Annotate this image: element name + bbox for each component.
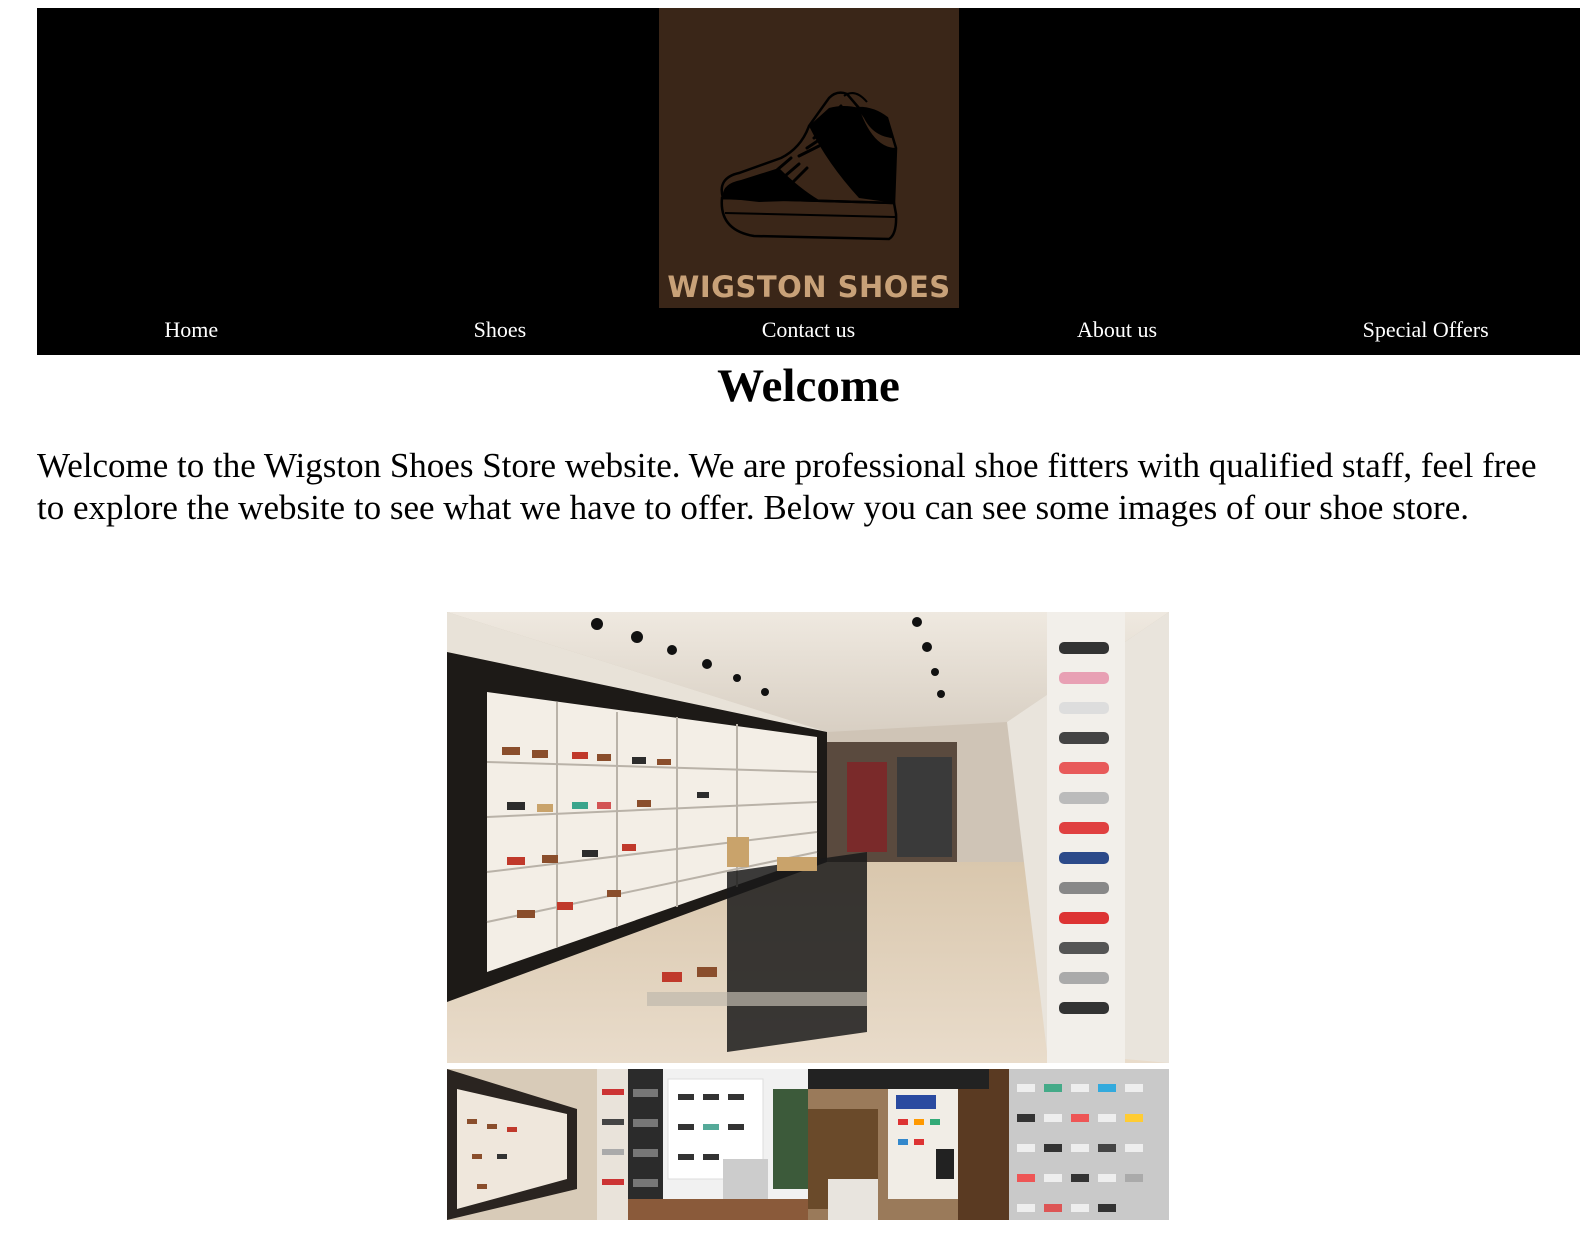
sneaker-icon (720, 91, 898, 241)
logo[interactable]: WIGSTON SHOES (659, 8, 959, 308)
store-photo-thumb-2 (627, 1069, 808, 1220)
store-photo-thumb-3 (808, 1069, 989, 1220)
store-photo-thumb-4 (988, 1069, 1169, 1220)
store-photo-thumbnails (447, 1069, 1169, 1220)
nav-shoes[interactable]: Shoes (346, 316, 655, 352)
nav-home[interactable]: Home (37, 316, 346, 352)
page-title: Welcome (717, 360, 900, 412)
intro-paragraph: Welcome to the Wigston Shoes Store websi… (37, 446, 1537, 527)
nav-contact-us[interactable]: Contact us (654, 316, 963, 352)
main-nav: Home Shoes Contact us About us Special O… (37, 316, 1580, 352)
nav-about-us[interactable]: About us (963, 316, 1272, 352)
logo-text: WIGSTON SHOES (667, 270, 951, 304)
nav-special-offers[interactable]: Special Offers (1271, 316, 1580, 352)
site-header: WIGSTON SHOES Home Shoes Contact us Abou… (37, 8, 1580, 355)
store-photo-main (447, 612, 1169, 1063)
store-photo-thumb-1 (447, 1069, 628, 1220)
page: WIGSTON SHOES Home Shoes Contact us Abou… (0, 0, 1591, 1238)
